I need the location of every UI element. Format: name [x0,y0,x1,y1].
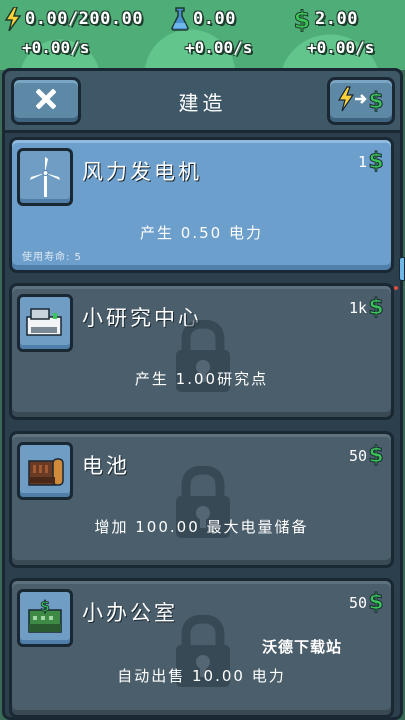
building-description: 产生 0.50 电力 [140,224,263,242]
office-icon: $ [17,589,73,647]
research-center-icon [17,294,73,352]
energy-to-money-icon: $ [336,85,386,117]
building-card-battery[interactable]: 电池 50 $ 增加 100.00 最大电量储备 [9,431,394,568]
building-description: 自动出售 10.00 电力 [117,667,286,685]
building-cost: 1 $ [357,148,384,176]
building-description: 产生 1.00研究点 [134,370,269,388]
convert-energy-button[interactable]: $ [327,77,395,125]
building-card-research-center[interactable]: 小研究中心 1k $ 产生 1.00研究点 [9,283,394,420]
building-lifetime: 使用寿命: 5 [22,252,82,263]
money-value: 2.00 [315,9,358,29]
resource-bar: 0.00/200.00 +0.00/s 0.00 +0.00/s $ 2.00 … [0,0,405,70]
svg-text:$: $ [368,590,383,613]
dollar-icon: $ [367,442,384,470]
dollar-icon: $ [367,148,384,176]
cost-value: 50 [348,447,367,465]
building-card-wind-turbine[interactable]: 风力发电机 1 $ 产生 0.50 电力 使用寿命: 5 [9,137,394,273]
panel-header: 建造 $ [5,71,400,133]
lightning-icon [4,7,22,31]
notification-dot [394,286,398,290]
research-value: 0.00 [193,9,236,29]
watermark: 沃德下载站 [262,638,343,656]
energy-value: 0.00/200.00 [25,9,144,29]
money-stat: $ 2.00 +0.00/s [292,6,374,66]
cost-value: 1 [357,153,367,171]
dollar-icon: $ [292,6,312,32]
research-rate: +0.00/s [185,38,253,57]
building-cost: 50 $ [348,589,384,617]
research-stat: 0.00 +0.00/s [170,6,252,66]
scroll-handle[interactable] [399,257,405,281]
building-name: 小办公室 [82,601,178,625]
battery-icon [17,442,73,500]
cost-value: 1k [348,299,367,317]
svg-text:$: $ [40,599,50,615]
dollar-icon: $ [367,294,384,322]
building-description: 增加 100.00 最大电量储备 [94,518,309,536]
building-name: 风力发电机 [82,160,202,184]
cost-value: 50 [348,594,367,612]
wind-turbine-icon [17,148,73,206]
money-rate: +0.00/s [307,38,375,57]
svg-text:$: $ [368,149,383,172]
svg-text:$: $ [368,295,383,318]
svg-text:$: $ [294,6,311,32]
energy-rate: +0.00/s [22,38,90,57]
energy-stat: 0.00/200.00 +0.00/s [4,6,143,66]
building-name: 电池 [82,454,130,478]
building-cost: 50 $ [348,442,384,470]
dollar-icon: $ [367,589,384,617]
building-cost: 1k $ [348,294,384,322]
flask-icon [170,7,190,31]
svg-text:$: $ [368,89,383,113]
svg-text:$: $ [368,443,383,466]
